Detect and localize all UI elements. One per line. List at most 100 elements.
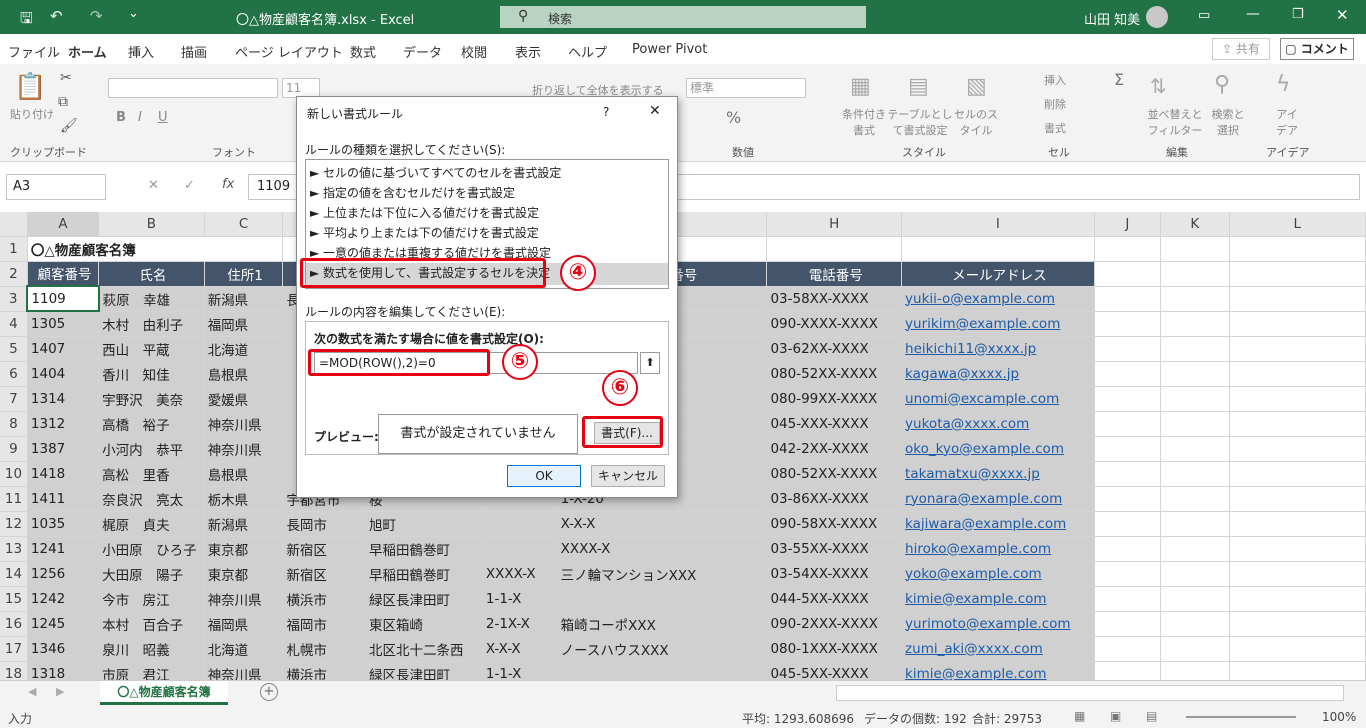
table-cell[interactable]: 1312: [27, 411, 100, 437]
email-cell[interactable]: kajiwara@example.com: [901, 511, 1095, 537]
empty-cell[interactable]: [1229, 611, 1366, 637]
row-header[interactable]: 13: [0, 536, 28, 562]
table-cell[interactable]: 080-52XX-XXXX: [766, 361, 903, 387]
dialog-close-icon[interactable]: ✕: [649, 103, 661, 119]
row-header[interactable]: 8: [0, 411, 28, 437]
zoom-level[interactable]: 100%: [1322, 710, 1356, 724]
table-cell[interactable]: 03-55XX-XXXX: [766, 536, 903, 562]
empty-cell[interactable]: [1160, 311, 1230, 337]
empty-cell[interactable]: [1160, 461, 1230, 487]
empty-cell[interactable]: [1094, 611, 1162, 637]
table-cell[interactable]: 1407: [27, 336, 100, 362]
table-cell[interactable]: 1418: [27, 461, 100, 487]
table-cell[interactable]: 市原 君江: [98, 661, 205, 680]
empty-cell[interactable]: [1160, 436, 1230, 462]
table-format-label[interactable]: テーブルとして書式設定: [886, 106, 954, 138]
rule-type-item[interactable]: ► 上位または下位に入る値だけを書式設定: [310, 204, 539, 221]
table-cell[interactable]: 福岡県: [204, 611, 284, 637]
font-size-select[interactable]: 11: [282, 78, 320, 98]
col-header-a[interactable]: A: [27, 212, 100, 237]
email-cell[interactable]: heikichi11@xxxx.jp: [901, 336, 1095, 362]
rule-type-item[interactable]: ► 指定の値を含むセルだけを書式設定: [310, 184, 515, 201]
table-cell[interactable]: 萩原 幸雄: [98, 286, 205, 312]
italic-button[interactable]: I: [138, 110, 142, 125]
table-cell[interactable]: 1109: [26, 285, 100, 312]
col-header-h[interactable]: H: [766, 212, 903, 237]
empty-cell[interactable]: [1094, 311, 1162, 337]
table-cell[interactable]: X-X-X: [557, 511, 768, 537]
empty-cell[interactable]: [1094, 336, 1162, 362]
table-cell[interactable]: 大田原 陽子: [98, 561, 205, 587]
find-icon[interactable]: ⚲: [1214, 72, 1230, 97]
email-cell[interactable]: kagawa@xxxx.jp: [901, 361, 1095, 387]
conditional-format-label[interactable]: 条件付き書式: [838, 106, 890, 138]
table-cell[interactable]: 新宿区: [282, 561, 366, 587]
table-cell[interactable]: 1305: [27, 311, 100, 337]
empty-cell[interactable]: [1229, 386, 1366, 412]
find-select-label[interactable]: 検索と選択: [1208, 106, 1248, 138]
table-cell[interactable]: [557, 586, 768, 612]
table-cell[interactable]: 緑区長津田町: [365, 586, 483, 612]
bold-button[interactable]: B: [116, 110, 126, 125]
empty-cell[interactable]: [1094, 461, 1162, 487]
redo-icon[interactable]: ↷: [90, 7, 103, 25]
table-cell[interactable]: 札幌市: [282, 636, 366, 662]
empty-cell[interactable]: [1229, 311, 1366, 337]
table-cell[interactable]: 横浜市: [282, 661, 366, 680]
email-cell[interactable]: yurikim@example.com: [901, 311, 1095, 337]
table-cell[interactable]: 東区箱崎: [365, 611, 483, 637]
empty-cell[interactable]: [1094, 361, 1162, 387]
table-cell[interactable]: 044-5XX-XXXX: [766, 586, 903, 612]
header-cell[interactable]: 電話番号: [766, 261, 903, 287]
table-cell[interactable]: 横浜市: [282, 586, 366, 612]
table-cell[interactable]: 1404: [27, 361, 100, 387]
table-cell[interactable]: 北海道: [204, 636, 284, 662]
table-cell[interactable]: 高橋 裕子: [98, 411, 205, 437]
table-cell[interactable]: 神奈川県: [204, 586, 284, 612]
restore-icon[interactable]: ❐: [1292, 7, 1304, 22]
rule-type-item[interactable]: ► セルの値に基づいてすべてのセルを書式設定: [310, 164, 561, 181]
row-header[interactable]: 14: [0, 561, 28, 587]
ribbon-display-icon[interactable]: ▭: [1198, 8, 1210, 23]
cancel-button[interactable]: キャンセル: [591, 465, 665, 487]
tab-view[interactable]: 表示: [515, 42, 541, 61]
table-cell[interactable]: ノースハウスXXX: [557, 636, 768, 662]
table-cell[interactable]: 東京都: [204, 536, 284, 562]
enter-icon[interactable]: ✓: [184, 178, 195, 193]
table-cell[interactable]: 福岡県: [204, 311, 284, 337]
undo-icon[interactable]: ↶: [50, 7, 63, 25]
number-format-select[interactable]: 標準: [686, 78, 806, 98]
table-cell[interactable]: 早稲田鶴巻町: [365, 536, 483, 562]
table-cell[interactable]: 045-XXX-XXXX: [766, 411, 903, 437]
header-cell[interactable]: 住所1: [204, 261, 284, 287]
copy-icon[interactable]: ⧉: [58, 94, 68, 110]
empty-cell[interactable]: [1229, 536, 1366, 562]
table-cell[interactable]: 1346: [27, 636, 100, 662]
email-cell[interactable]: yukota@xxxx.com: [901, 411, 1095, 437]
tab-power-pivot[interactable]: Power Pivot: [632, 42, 707, 57]
sheet-title-cell[interactable]: 〇△物産顧客名簿: [27, 236, 284, 262]
empty-cell[interactable]: [1094, 561, 1162, 587]
table-cell[interactable]: 宇野沢 美奈: [98, 386, 205, 412]
empty-cell[interactable]: [1094, 636, 1162, 662]
tab-insert[interactable]: 挿入: [128, 42, 154, 61]
row-header[interactable]: 12: [0, 511, 28, 537]
empty-cell[interactable]: [1160, 486, 1230, 512]
empty-cell[interactable]: [1094, 436, 1162, 462]
table-cell[interactable]: 木村 由利子: [98, 311, 205, 337]
row-header[interactable]: 2: [0, 261, 28, 287]
empty-cell[interactable]: [1094, 586, 1162, 612]
table-cell[interactable]: 泉川 昭義: [98, 636, 205, 662]
function-icon[interactable]: fx: [222, 177, 234, 192]
empty-cell[interactable]: [1160, 561, 1230, 587]
tab-formulas[interactable]: 数式: [350, 42, 376, 61]
row-header[interactable]: 10: [0, 461, 28, 487]
email-cell[interactable]: hiroko@example.com: [901, 536, 1095, 562]
table-cell[interactable]: 梶原 貞夫: [98, 511, 205, 537]
name-box[interactable]: A3: [6, 174, 106, 200]
table-cell[interactable]: 三ノ輪マンションXXX: [557, 561, 768, 587]
table-cell[interactable]: 1-1-X: [482, 661, 558, 680]
sort-filter-label[interactable]: 並べ替えとフィルター: [1146, 106, 1204, 138]
autosum-icon[interactable]: Σ: [1114, 70, 1124, 89]
table-cell[interactable]: 早稲田鶴巻町: [365, 561, 483, 587]
